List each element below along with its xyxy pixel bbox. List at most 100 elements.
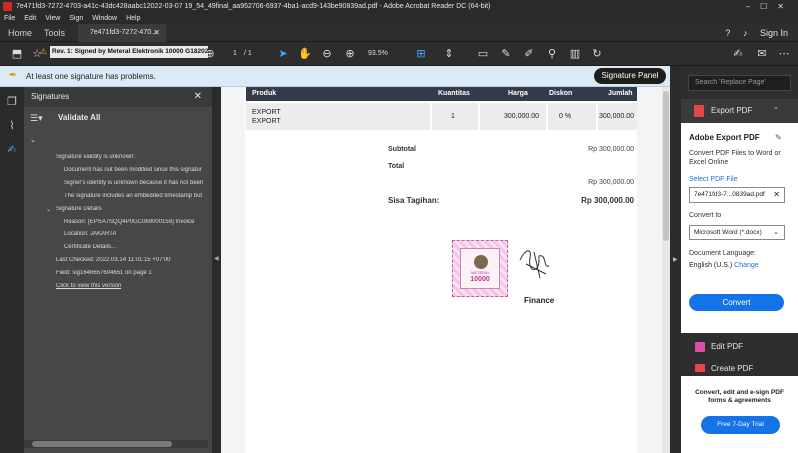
sign-in-button[interactable]: Sign In [760, 28, 788, 38]
language-row: English (U.S.) Change [689, 262, 759, 269]
tools-search-input[interactable]: Search 'Replace Page' [688, 75, 791, 91]
convert-button[interactable]: Convert [689, 294, 784, 311]
share-icon[interactable]: ✉ [755, 47, 769, 61]
signature-revision-row[interactable]: Rev. 1: Signed by Meteral Elektronik 100… [50, 46, 208, 58]
table-header-row: Produk Kuantitas Harga Diskon Jumlah [246, 87, 637, 101]
signature-warning-text: At least one signature has problems. [26, 72, 156, 81]
tab-home[interactable]: Home [8, 24, 32, 42]
rotate-icon[interactable]: ↻ [590, 47, 604, 61]
warning-triangle-icon: ⚠ [40, 47, 48, 56]
garuda-emblem-icon [474, 255, 488, 269]
stamp-value: 10000 [470, 276, 490, 283]
col-harga: Harga [508, 90, 528, 97]
stamp-inner: METERAI 10000 [460, 248, 500, 289]
menu-help[interactable]: Help [126, 15, 140, 22]
cell-diskon: 0 % [559, 113, 572, 120]
hand-tool-icon[interactable]: ✋ [298, 47, 312, 61]
language-label: Document Language: [689, 250, 756, 257]
chevron-up-icon[interactable]: ⌃ [773, 99, 779, 123]
clear-file-icon[interactable]: ✕ [773, 188, 780, 202]
zoom-level[interactable]: 93.5% [368, 48, 388, 60]
attachment-icon[interactable]: ⌇ [5, 119, 19, 133]
page-number-input[interactable]: 1 [229, 48, 241, 60]
validate-all-button[interactable]: Validate All [58, 113, 100, 122]
signature-details-label[interactable]: Signature Details [56, 206, 102, 212]
subtotal-value: Rp 300,000.00 [588, 146, 634, 153]
marquee-zoom-icon[interactable]: ⊞ [414, 47, 428, 61]
zoom-in-icon[interactable]: ⊕ [343, 47, 357, 61]
table-row: EXPORT EXPORT 1 300,000.00 0 % 300,000.0… [246, 103, 637, 130]
expand-chevron-icon[interactable]: ⌄ [30, 136, 36, 144]
free-trial-button[interactable]: Free 7-Day Trial [701, 416, 780, 434]
window-titlebar: 7e471fd3-7272-4703-a41c-43dc428aabc12022… [0, 0, 798, 13]
create-pdf-icon [695, 364, 705, 372]
promo-box [681, 376, 798, 453]
bell-icon[interactable]: ♪ [743, 28, 748, 38]
field-line: Field: sig1646657604651 on page 1 [56, 270, 152, 276]
collapse-arrow-icon[interactable]: ▶ [673, 256, 678, 263]
comment-icon[interactable]: ▭ [476, 47, 490, 61]
highlight-pen-icon[interactable]: ✎ [499, 47, 513, 61]
certificate-details-link[interactable]: Certificate Details... [64, 244, 116, 250]
draw-icon[interactable]: ✐ [522, 47, 536, 61]
document-vscrollbar[interactable] [662, 87, 670, 453]
zoom-out-icon[interactable]: ⊖ [320, 47, 334, 61]
document-viewer [221, 87, 670, 453]
delete-icon[interactable]: ▥ [568, 47, 582, 61]
select-pdf-link[interactable]: Select PDF File [689, 176, 738, 183]
handwritten-signature [519, 250, 550, 279]
convert-format-select[interactable]: Microsoft Word (*.docx) ⌄ [689, 225, 785, 240]
export-pdf-label: Export PDF [711, 106, 753, 115]
left-navigation-rail: ❐ ⌇ ✍ [0, 87, 24, 453]
col-jumlah: Jumlah [608, 90, 633, 97]
stamp-icon[interactable]: ⚲ [545, 47, 559, 61]
reason-line: Reason: [EPSA7SQQ4P0GC069000159] Invoice [64, 219, 195, 225]
options-menu-icon[interactable]: ☰▾ [30, 113, 43, 124]
warning-pen-icon: ✒ [9, 70, 18, 81]
tool-create-pdf[interactable]: Create PDF [681, 358, 798, 372]
meterai-stamp[interactable]: METERAI 10000 [452, 240, 508, 297]
signer-title: Finance [524, 296, 555, 305]
more-icon[interactable]: ⋯ [777, 47, 791, 61]
scrollbar-thumb[interactable] [32, 441, 172, 447]
change-language-link[interactable]: Change [734, 262, 759, 269]
detail-line: Document has not been modified since thi… [64, 167, 202, 173]
detail-line: The signature includes an embedded times… [64, 193, 203, 199]
signature-warning-bar: ✒ At least one signature has problems. S… [0, 66, 670, 87]
close-icon[interactable]: ✕ [194, 87, 202, 107]
last-checked-line: Last Checked: 2022.03.14 11:01:15 +07'00… [56, 257, 172, 263]
signature-panel-icon[interactable]: ✍ [5, 143, 19, 157]
page-total: / 1 [244, 50, 252, 57]
right-pane-toggle[interactable]: ▶ [670, 66, 681, 453]
tab-document[interactable]: 7e471fd3-7272-470... ✕ [78, 24, 166, 42]
save-icon[interactable]: ⬒ [10, 47, 24, 61]
panel-splitter[interactable]: ◀ [212, 87, 221, 453]
tab-close-icon[interactable]: ✕ [153, 24, 160, 42]
scroll-mode-icon[interactable]: ⇕ [442, 47, 456, 61]
view-version-link[interactable]: Click to view this version [56, 283, 121, 289]
menu-sign[interactable]: Sign [69, 15, 83, 22]
menu-window[interactable]: Window [92, 15, 117, 22]
edit-icon[interactable]: ✎ [775, 133, 782, 142]
menu-view[interactable]: View [45, 15, 60, 22]
help-icon[interactable]: ? [725, 28, 730, 38]
tab-bar: Home Tools 7e471fd3-7272-470... ✕ ? ♪ Si… [0, 24, 798, 42]
scrollbar-thumb[interactable] [663, 91, 669, 241]
select-cursor-icon[interactable]: ➤ [276, 47, 290, 61]
fill-sign-icon[interactable]: ✍ [731, 47, 745, 61]
collapse-arrow-icon[interactable]: ◀ [214, 255, 219, 262]
col-produk: Produk [252, 90, 277, 97]
selected-file-field[interactable]: 7e471fd3-7...0839ad.pdf ✕ [689, 187, 785, 203]
details-chevron-icon[interactable]: ⌄ [46, 206, 51, 213]
menu-edit[interactable]: Edit [24, 15, 36, 22]
col-diskon: Diskon [549, 90, 573, 97]
window-controls[interactable]: –☐✕ [746, 0, 794, 13]
tool-edit-pdf[interactable]: Edit PDF [681, 336, 798, 358]
export-panel-title: Adobe Export PDF [689, 133, 760, 142]
signatures-hscrollbar[interactable] [24, 440, 208, 448]
tab-tools[interactable]: Tools [44, 24, 65, 42]
export-pdf-header[interactable]: Export PDF ⌃ [681, 99, 798, 123]
signature-panel-button[interactable]: Signature Panel [594, 68, 666, 84]
menu-file[interactable]: File [4, 15, 15, 22]
page-thumbnails-icon[interactable]: ❐ [5, 95, 19, 109]
